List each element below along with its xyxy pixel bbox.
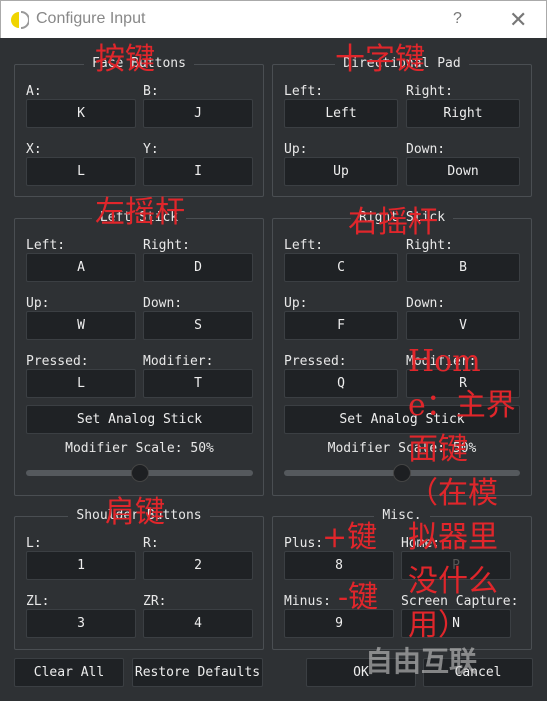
label-down: Down: <box>143 296 183 311</box>
bind-button-right[interactable]: D <box>143 253 253 282</box>
label-down: Down: <box>406 142 446 157</box>
modifier-scale-slider[interactable] <box>284 464 520 482</box>
bind-button-up[interactable]: F <box>284 311 398 340</box>
label-right: Right: <box>143 238 190 253</box>
bind-button-zl[interactable]: 3 <box>26 609 136 638</box>
bind-button-zr[interactable]: 4 <box>143 609 253 638</box>
label-b: B: <box>143 84 159 99</box>
bind-button-right[interactable]: Right <box>406 99 520 128</box>
label-right: Right: <box>406 238 453 253</box>
modifier-scale-slider[interactable] <box>26 464 253 482</box>
label-minus: Minus: <box>284 594 331 609</box>
label-up: Up: <box>284 296 308 311</box>
bind-button-down[interactable]: Down <box>406 157 520 186</box>
label-l: L: <box>26 536 42 551</box>
label-right: Right: <box>406 84 453 99</box>
label-modifier: Modifier: <box>143 354 214 369</box>
set-analog-stick-button[interactable]: Set Analog Stick <box>26 405 253 434</box>
clear-all-button[interactable]: Clear All <box>14 658 124 687</box>
label-left: Left: <box>284 84 324 99</box>
label-screencapture: Screen Capture: <box>401 594 519 609</box>
group-title-text: Left Stick <box>91 210 187 225</box>
modifier-scale-label: Modifier Scale: 50% <box>65 441 214 456</box>
bind-button-down[interactable]: V <box>406 311 520 340</box>
bind-button-screencapture[interactable]: N <box>401 609 511 638</box>
bind-button-x[interactable]: L <box>26 157 136 186</box>
label-x: X: <box>26 142 42 157</box>
group-title-text: Face Buttons <box>84 56 194 71</box>
label-modifier: Modifier: <box>406 354 477 369</box>
group-title: Left Stick <box>15 210 263 226</box>
label-r: R: <box>143 536 159 551</box>
label-home: Home: <box>401 536 441 551</box>
watermark: 自由互联 <box>365 646 478 677</box>
label-plus: Plus: <box>284 536 324 551</box>
label-up: Up: <box>284 142 308 157</box>
group-title-text: Directional Pad <box>335 56 469 71</box>
bind-button-minus[interactable]: 9 <box>284 609 394 638</box>
group-title-text: Shoulder Buttons <box>68 508 210 523</box>
label-y: Y: <box>143 142 159 157</box>
label-left: Left: <box>26 238 66 253</box>
bind-button-b[interactable]: J <box>143 99 253 128</box>
restore-defaults-button[interactable]: Restore Defaults <box>132 658 263 687</box>
bind-button-up[interactable]: W <box>26 311 136 340</box>
slider-handle[interactable] <box>130 464 149 482</box>
group-title: Directional Pad <box>273 56 531 72</box>
group-title: Shoulder Buttons <box>15 508 263 524</box>
bind-button-r[interactable]: 2 <box>143 551 253 580</box>
label-a: A: <box>26 84 42 99</box>
bind-button-modifier[interactable]: R <box>406 369 520 398</box>
label-up: Up: <box>26 296 50 311</box>
label-pressed: Pressed: <box>284 354 347 369</box>
set-analog-stick-button[interactable]: Set Analog Stick <box>284 405 520 434</box>
close-button[interactable]: ✕ <box>509 7 527 33</box>
bind-button-modifier[interactable]: T <box>143 369 253 398</box>
group-title: Face Buttons <box>15 56 263 72</box>
label-pressed: Pressed: <box>26 354 89 369</box>
label-zr: ZR: <box>143 594 167 609</box>
bind-button-l[interactable]: 1 <box>26 551 136 580</box>
modifier-scale-label: Modifier Scale: 50% <box>327 441 477 456</box>
label-left: Left: <box>284 238 324 253</box>
bind-button-pressed[interactable]: L <box>26 369 136 398</box>
bind-button-pressed[interactable]: Q <box>284 369 398 398</box>
bind-button-left[interactable]: A <box>26 253 136 282</box>
label-down: Down: <box>406 296 446 311</box>
app-logo-icon <box>11 11 29 29</box>
bind-button-plus[interactable]: 8 <box>284 551 394 580</box>
bind-button-down[interactable]: S <box>143 311 253 340</box>
group-title-text: Right Stick <box>350 210 454 225</box>
bind-button-right[interactable]: B <box>406 253 520 282</box>
window-title: Configure Input <box>36 10 146 27</box>
bind-button-y[interactable]: I <box>143 157 253 186</box>
title-bar: Configure Input ? ✕ <box>0 0 547 38</box>
group-title: Right Stick <box>273 210 531 226</box>
bind-button-a[interactable]: K <box>26 99 136 128</box>
group-title: Misc. <box>273 508 531 524</box>
label-zl: ZL: <box>26 594 50 609</box>
bind-button-home[interactable]: P <box>401 551 511 580</box>
help-button[interactable]: ? <box>453 10 462 28</box>
bind-button-up[interactable]: Up <box>284 157 398 186</box>
slider-handle[interactable] <box>393 464 411 482</box>
bind-button-left[interactable]: Left <box>284 99 398 128</box>
group-title-text: Misc. <box>374 508 430 523</box>
bind-button-left[interactable]: C <box>284 253 398 282</box>
